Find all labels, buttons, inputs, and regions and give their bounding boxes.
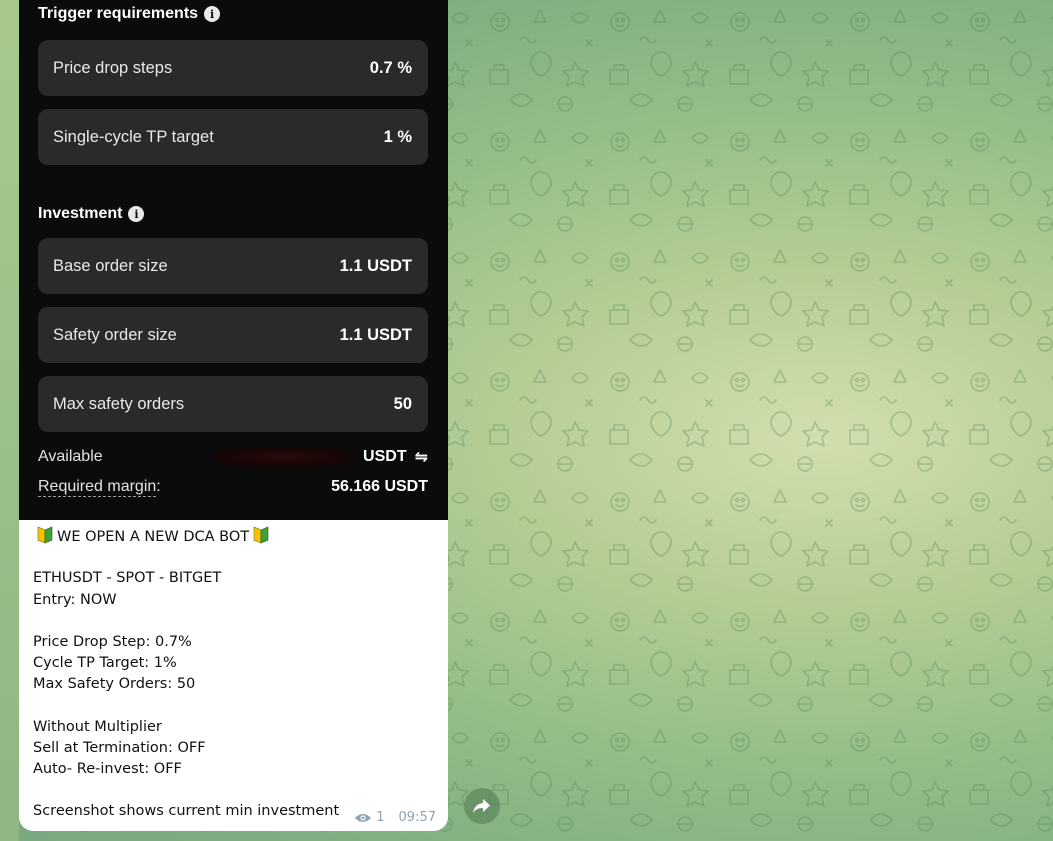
attached-screenshot[interactable]: Trigger requirements i Price drop steps … — [19, 0, 448, 520]
safety-order-size-label: Safety order size — [53, 325, 177, 344]
max-safety-orders-card: Max safety orders 50 — [38, 376, 428, 432]
beginner-badge-icon — [37, 526, 53, 544]
investment-heading: Investment i — [38, 205, 145, 223]
message-line: Auto- Re-invest: OFF — [33, 761, 182, 778]
price-drop-steps-value: 0.7 % — [369, 58, 412, 77]
message-line: Max Safety Orders: 50 — [33, 676, 196, 693]
price-drop-steps-card: Price drop steps 0.7 % — [38, 40, 428, 96]
trigger-requirements-title: Trigger requirements — [38, 5, 199, 22]
message-line: Price Drop Step: 0.7% — [33, 633, 192, 650]
trigger-requirements-heading: Trigger requirements i — [38, 5, 221, 23]
redacted-balance — [214, 447, 354, 467]
message-line: Entry: NOW — [33, 591, 117, 608]
beginner-badge-icon — [253, 526, 269, 544]
forward-arrow-icon — [473, 799, 490, 813]
message-time: 09:57 — [398, 810, 436, 825]
safety-order-size-value: 1.1 USDT — [339, 325, 412, 344]
message-bubble[interactable]: Trigger requirements i Price drop steps … — [19, 0, 448, 831]
tp-target-value: 1 % — [383, 127, 412, 146]
safety-order-size-card: Safety order size 1.1 USDT — [38, 307, 428, 363]
message-line: ETHUSDT - SPOT - BITGET — [33, 570, 222, 587]
base-order-size-value: 1.1 USDT — [339, 256, 412, 275]
message-line: Cycle TP Target: 1% — [33, 655, 177, 672]
required-margin-row: Required margin: 56.166 USDT — [38, 478, 428, 497]
available-currency: USDT — [363, 447, 407, 465]
swap-arrows-icon: ⇋ — [414, 447, 428, 466]
base-order-size-label: Base order size — [53, 256, 168, 275]
wallpaper-left-strip — [0, 0, 19, 841]
required-margin-label: Required margin: — [38, 478, 161, 497]
info-icon: i — [204, 6, 221, 22]
base-order-size-card: Base order size 1.1 USDT — [38, 238, 428, 294]
max-safety-orders-label: Max safety orders — [53, 394, 185, 413]
info-icon: i — [128, 206, 145, 222]
required-margin-text: Required margin — [38, 478, 157, 497]
message-meta: 1 09:57 — [354, 810, 436, 825]
available-label: Available — [38, 447, 103, 465]
message-headline-line: WE OPEN A NEW DCA BOT — [33, 526, 438, 547]
investment-title: Investment — [38, 205, 123, 222]
max-safety-orders-value: 50 — [393, 394, 412, 413]
tp-target-label: Single-cycle TP target — [53, 127, 214, 146]
available-value: USDT ⇋ — [363, 447, 428, 466]
required-margin-colon: : — [156, 478, 161, 495]
view-count: 1 — [376, 810, 385, 825]
message-headline: WE OPEN A NEW DCA BOT — [57, 529, 250, 545]
forward-button[interactable] — [464, 788, 500, 824]
message-line: Sell at Termination: OFF — [33, 739, 206, 756]
message-line: Without Multiplier — [33, 718, 162, 735]
tp-target-card: Single-cycle TP target 1 % — [38, 109, 428, 165]
eye-icon — [355, 813, 372, 822]
price-drop-steps-label: Price drop steps — [53, 58, 173, 77]
required-margin-value: 56.166 USDT — [331, 478, 428, 495]
message-text: WE OPEN A NEW DCA BOT ETHUSDT - SPOT - B… — [33, 526, 438, 823]
